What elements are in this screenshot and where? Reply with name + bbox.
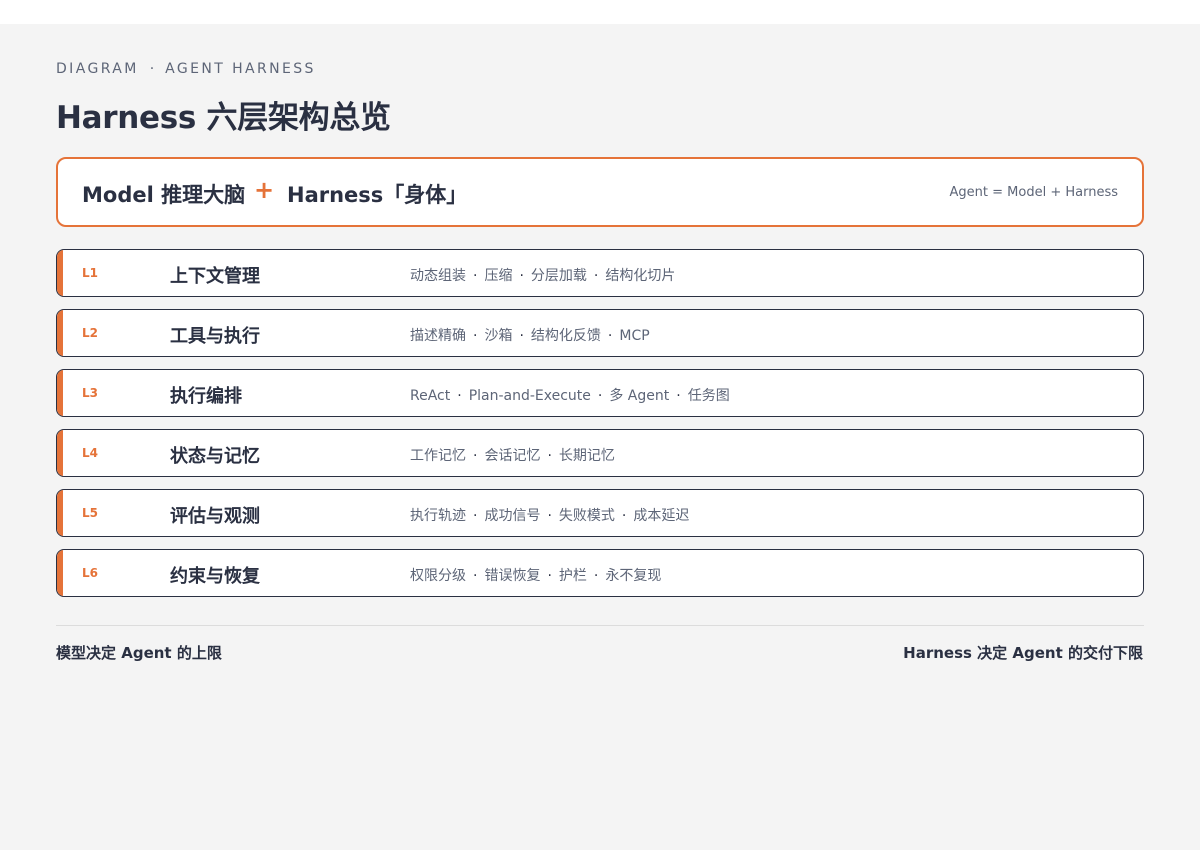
formula-harness: Harness「身体」 [287, 183, 468, 207]
item-separator: · [547, 448, 552, 464]
item-separator: · [593, 268, 599, 284]
layer-row-3: L3 执行编排 ReAct · Plan-and-Execute · 多 Agent · 任… [56, 369, 1144, 417]
layer-row-6: L6 约束与恢复 权限分级 · 错误恢复 · 护栏 · 永不复现 [56, 549, 1144, 597]
layer-item: 沙箱 [484, 328, 513, 344]
layer-items: 工作记忆 · 会话记忆 · 长期记忆 [410, 445, 615, 465]
formula-model: Model 推理大脑 [82, 183, 246, 207]
layer-items: 描述精确 · 沙箱 · 结构化反馈 · MCP [410, 325, 650, 345]
layer-item: 永不复现 [605, 568, 662, 584]
layer-items: 执行轨迹 · 成功信号 · 失败模式 · 成本延迟 [410, 505, 689, 525]
layer-row-5: L5 评估与观测 执行轨迹 · 成功信号 · 失败模式 · 成本延迟 [56, 489, 1144, 537]
layer-item: 权限分级 [410, 568, 466, 584]
layer-item: 结构化切片 [605, 268, 676, 284]
layer-code: L2 [82, 326, 98, 340]
item-separator: · [593, 568, 599, 584]
layer-item: 动态组装 [410, 268, 466, 284]
layer-code: L3 [82, 386, 98, 400]
layer-name: 工具与执行 [170, 326, 260, 347]
item-separator: · [519, 328, 524, 344]
item-separator: · [519, 268, 524, 284]
layer-items: ReAct · Plan-and-Execute · 多 Agent · 任务图 [410, 385, 730, 405]
diagram-canvas: DIAGRAM · AGENT HARNESS Harness 六层架构总览 Mod… [0, 24, 1200, 850]
item-separator: · [597, 388, 603, 404]
formula-equation: Agent = Model + Harness [949, 185, 1118, 200]
eyebrow: DIAGRAM · AGENT HARNESS [56, 61, 316, 77]
layer-name: 评估与观测 [170, 506, 260, 527]
layer-row-4: L4 状态与记忆 工作记忆 · 会话记忆 · 长期记忆 [56, 429, 1144, 477]
layer-item: 护栏 [558, 568, 587, 584]
layer-item: 长期记忆 [558, 448, 615, 464]
layer-name: 上下文管理 [170, 266, 260, 287]
layer-code: L4 [82, 446, 98, 460]
layer-item: 压缩 [484, 268, 513, 284]
layer-item: 描述精确 [410, 328, 466, 344]
layer-accent-bar [57, 310, 63, 356]
layer-items: 动态组装 · 压缩 · 分层加载 · 结构化切片 [410, 265, 675, 285]
layer-accent-bar [57, 490, 63, 536]
layer-item: 会话记忆 [484, 448, 541, 464]
layer-row-1: L1 上下文管理 动态组装 · 压缩 · 分层加载 · 结构化切片 [56, 249, 1144, 297]
layer-row-2: L2 工具与执行 描述精确 · 沙箱 · 结构化反馈 · MCP [56, 309, 1144, 357]
formula-plus: + [254, 176, 275, 204]
layer-item: 工作记忆 [410, 448, 466, 464]
layer-item: 错误恢复 [484, 568, 541, 584]
item-separator: · [607, 328, 613, 344]
item-separator: · [547, 508, 552, 524]
layer-accent-bar [57, 430, 63, 476]
layer-item: 成本延迟 [633, 508, 690, 524]
eyebrow-separator: · [149, 61, 155, 77]
layer-item: ReAct [410, 388, 451, 404]
item-separator: · [547, 568, 552, 584]
layer-accent-bar [57, 550, 63, 596]
footer-lower-bound: Harness 决定 Agent 的交付下限 [903, 644, 1143, 662]
layer-code: L6 [82, 566, 98, 580]
layer-item: 多 Agent [609, 388, 670, 404]
layer-name: 执行编排 [170, 386, 242, 407]
layer-item: 失败模式 [558, 508, 615, 524]
layer-code: L1 [82, 266, 98, 280]
item-separator: · [473, 508, 478, 524]
item-separator: · [457, 388, 462, 404]
item-separator: · [473, 268, 478, 284]
item-separator: · [473, 568, 478, 584]
layer-name: 状态与记忆 [170, 446, 260, 467]
item-separator: · [676, 388, 681, 404]
footer-upper-bound: 模型决定 Agent 的上限 [56, 644, 222, 662]
item-separator: · [621, 508, 627, 524]
layer-item: 分层加载 [530, 268, 587, 284]
eyebrow-topic: AGENT HARNESS [165, 61, 316, 77]
item-separator: · [473, 328, 478, 344]
page-title: Harness 六层架构总览 [56, 100, 391, 136]
layer-item: Plan-and-Execute [468, 388, 591, 404]
formula-banner: Model 推理大脑 + Harness「身体」 Agent = Model +… [56, 157, 1144, 227]
layer-accent-bar [57, 250, 63, 296]
layer-item: 执行轨迹 [410, 508, 466, 524]
layer-item: 任务图 [687, 388, 730, 404]
layer-stack: L1 上下文管理 动态组装 · 压缩 · 分层加载 · 结构化切片 L2 工具与执行 描述精… [56, 249, 1144, 609]
layer-name: 约束与恢复 [170, 566, 260, 587]
layer-item: 结构化反馈 [530, 328, 601, 344]
layer-items: 权限分级 · 错误恢复 · 护栏 · 永不复现 [410, 565, 661, 585]
footer-divider [56, 625, 1144, 626]
layer-item: MCP [619, 328, 650, 344]
layer-code: L5 [82, 506, 98, 520]
eyebrow-category: DIAGRAM [56, 61, 139, 77]
layer-accent-bar [57, 370, 63, 416]
layer-item: 成功信号 [484, 508, 541, 524]
item-separator: · [473, 448, 478, 464]
